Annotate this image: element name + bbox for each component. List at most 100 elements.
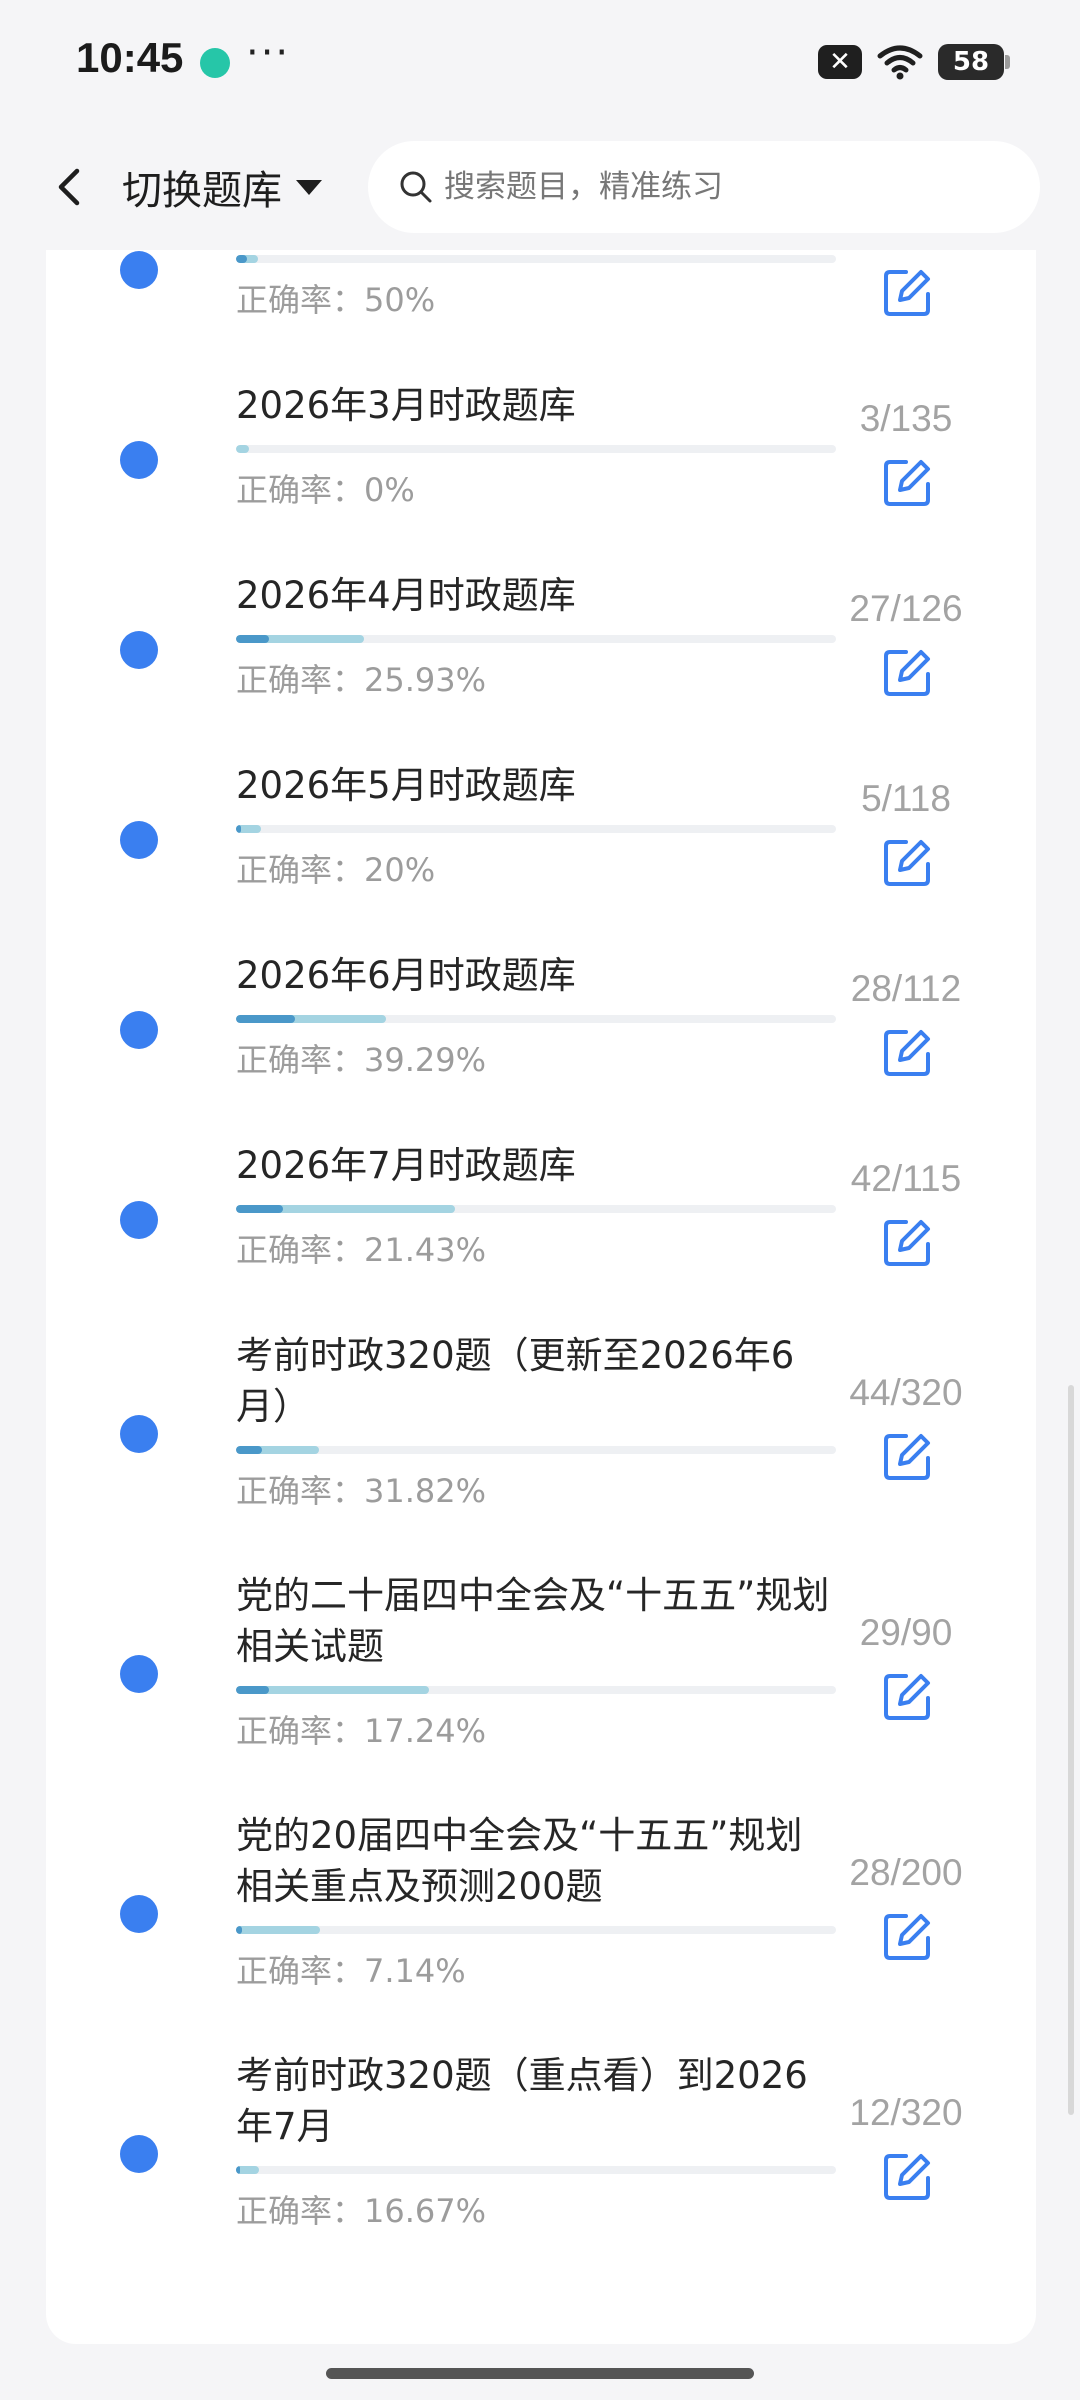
accuracy-text: 正确率：7.14%: [236, 1946, 466, 1992]
bullet-dot-icon: [120, 1201, 158, 1239]
progress-bar: [236, 1686, 836, 1694]
accuracy-label: 正确率：: [236, 281, 365, 319]
list-item[interactable]: 党的二十届四中全会及“十五五”规划相关试题 正确率：17.24% 29/90: [46, 1550, 1036, 1790]
bank-title: 2026年7月时政题库: [236, 1144, 576, 1187]
progress-bar: [236, 255, 836, 263]
bullet-dot-icon: [120, 441, 158, 479]
progress-correct-fill: [236, 635, 270, 643]
more-notifications-icon: ···: [246, 30, 291, 76]
bullet-dot-icon: [120, 251, 158, 289]
list-item[interactable]: 党的20届四中全会及“十五五”规划相关重点及预测200题 正确率：7.14% 2…: [46, 1790, 1036, 2030]
progress-count: 3/135: [859, 398, 953, 439]
accuracy-value: 16.67%: [364, 2192, 487, 2230]
accuracy-value: 25.93%: [364, 661, 487, 699]
accuracy-value: 39.29%: [364, 1041, 487, 1079]
edit-icon[interactable]: [876, 2146, 938, 2208]
progress-bar: [236, 1446, 836, 1454]
progress-count: 12/320: [849, 2092, 963, 2133]
app-notification-icon: [200, 48, 230, 78]
progress-bar: [236, 445, 836, 453]
bank-title: 考前时政320题（重点看）到2026年7月: [236, 2054, 808, 2148]
question-bank-card: 2026年2月时政题库 正确率：50% 4/109 2026年3月时政题库 正确…: [46, 250, 1036, 2344]
accuracy-label: 正确率：: [236, 851, 365, 889]
bullet-dot-icon: [120, 1895, 158, 1933]
bullet-dot-icon: [120, 821, 158, 859]
accuracy-label: 正确率：: [236, 1952, 365, 1990]
list-item[interactable]: 考前时政320题（更新至2026年6月） 正确率：31.82% 44/320: [46, 1310, 1036, 1550]
accuracy-label: 正确率：: [236, 661, 365, 699]
progress-count: 27/126: [849, 588, 963, 629]
edit-icon[interactable]: [876, 452, 938, 514]
list-item[interactable]: 2026年7月时政题库 正确率：21.43% 42/115: [46, 1120, 1036, 1310]
progress-count: 44/320: [849, 1372, 963, 1413]
top-bar: 切换题库: [0, 125, 1080, 250]
accuracy-text: 正确率：20%: [236, 845, 435, 891]
switch-library-button[interactable]: 切换题库: [122, 157, 322, 217]
list-item[interactable]: 2026年6月时政题库 正确率：39.29% 28/112: [46, 930, 1036, 1120]
list-item[interactable]: 2026年4月时政题库 正确率：25.93% 27/126: [46, 550, 1036, 740]
edit-icon[interactable]: [876, 1212, 938, 1274]
progress-count: 28/112: [850, 968, 962, 1009]
accuracy-label: 正确率：: [236, 1041, 365, 1079]
bullet-dot-icon: [120, 1011, 158, 1049]
bullet-dot-icon: [120, 2135, 158, 2173]
progress-count: 42/115: [850, 1158, 962, 1199]
accuracy-value: 20%: [364, 851, 436, 889]
progress-correct-fill: [236, 1686, 270, 1694]
accuracy-label: 正确率：: [236, 1472, 365, 1510]
accuracy-text: 正确率：16.67%: [236, 2186, 486, 2232]
bank-title: 考前时政320题（更新至2026年6月）: [236, 1334, 795, 1428]
bank-title: 2026年3月时政题库: [236, 384, 576, 427]
bank-title: 2026年6月时政题库: [236, 954, 576, 997]
accuracy-text: 正确率：21.43%: [236, 1225, 486, 1271]
progress-count: 29/90: [859, 1612, 953, 1653]
bullet-dot-icon: [120, 1655, 158, 1693]
edit-icon[interactable]: [876, 262, 938, 324]
progress-correct-fill: [236, 825, 242, 833]
progress-bar: [236, 1926, 836, 1934]
edit-icon[interactable]: [876, 1426, 938, 1488]
progress-bar: [236, 2166, 836, 2174]
progress-correct-fill: [236, 1446, 263, 1454]
status-time: 10:45: [76, 34, 184, 81]
progress-bar: [236, 825, 836, 833]
accuracy-label: 正确率：: [236, 1712, 365, 1750]
progress-bar: [236, 1015, 836, 1023]
progress-bar: [236, 635, 836, 643]
edit-icon[interactable]: [876, 1666, 938, 1728]
accuracy-label: 正确率：: [236, 471, 365, 509]
progress-count: 5/118: [861, 778, 951, 819]
home-indicator[interactable]: [326, 2368, 754, 2379]
edit-icon[interactable]: [876, 832, 938, 894]
accuracy-text: 正确率：31.82%: [236, 1466, 486, 1512]
close-box-icon: ✕: [818, 45, 862, 79]
accuracy-text: 正确率：39.29%: [236, 1035, 486, 1081]
search-input[interactable]: [442, 168, 1002, 206]
accuracy-value: 31.82%: [364, 1472, 487, 1510]
accuracy-value: 17.24%: [364, 1712, 487, 1750]
edit-icon[interactable]: [876, 642, 938, 704]
bank-title: 2026年5月时政题库: [236, 764, 576, 807]
edit-icon[interactable]: [876, 1022, 938, 1084]
progress-correct-fill: [236, 2166, 240, 2174]
search-bar[interactable]: [368, 141, 1040, 233]
caret-down-icon: [296, 179, 322, 195]
progress-correct-fill: [236, 1926, 242, 1934]
scrollbar[interactable]: [1068, 1385, 1074, 2115]
edit-icon[interactable]: [876, 1906, 938, 1968]
accuracy-value: 50%: [364, 281, 436, 319]
bank-title: 党的二十届四中全会及“十五五”规划相关试题: [236, 1574, 830, 1668]
list-item[interactable]: 考前时政320题（重点看）到2026年7月 正确率：16.67% 12/320: [46, 2030, 1036, 2270]
search-icon: [400, 171, 432, 203]
list-item[interactable]: 2026年3月时政题库 正确率：0% 3/135: [46, 360, 1036, 550]
switch-library-label: 切换题库: [122, 168, 282, 214]
list-item[interactable]: 2026年2月时政题库 正确率：50% 4/109: [46, 250, 1036, 360]
progress-done-fill: [236, 1926, 320, 1934]
bank-title: 2026年4月时政题库: [236, 574, 576, 617]
progress-correct-fill: [236, 255, 248, 263]
bullet-dot-icon: [120, 1415, 158, 1453]
list-item[interactable]: 2026年5月时政题库 正确率：20% 5/118: [46, 740, 1036, 930]
back-arrow-icon[interactable]: [40, 157, 100, 217]
bank-title: 党的20届四中全会及“十五五”规划相关重点及预测200题: [236, 1814, 803, 1908]
progress-correct-fill: [236, 1015, 295, 1023]
